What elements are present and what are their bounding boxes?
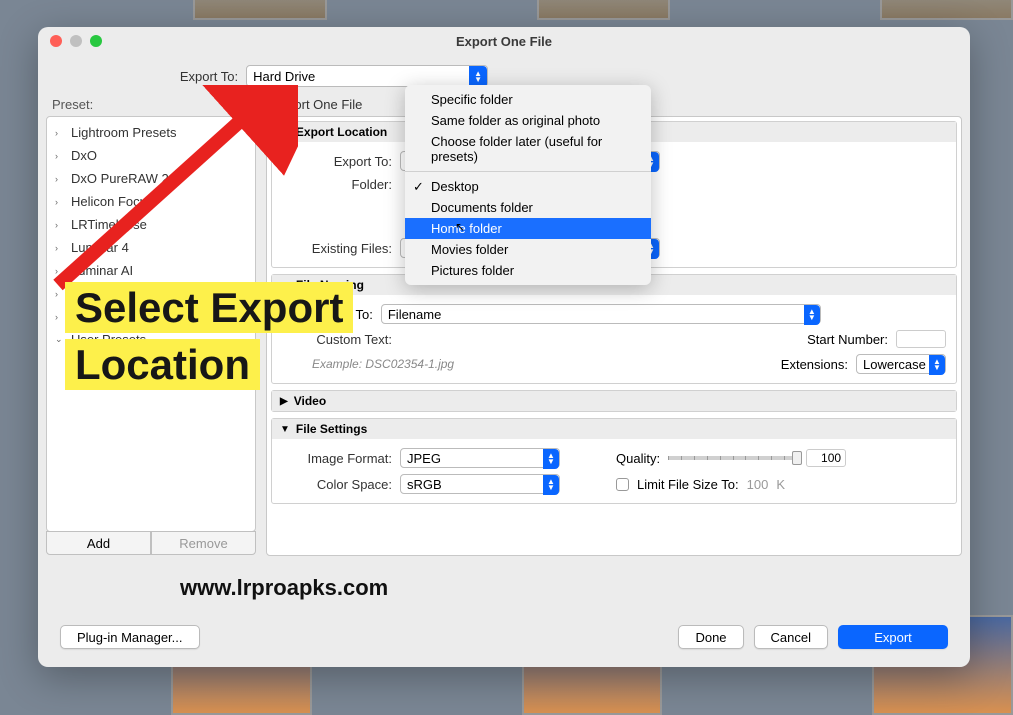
cursor-icon: ↖ xyxy=(455,220,465,234)
export-to-label: Export To: xyxy=(282,154,392,169)
remove-preset-button: Remove xyxy=(151,531,256,555)
cancel-button[interactable]: Cancel xyxy=(754,625,828,649)
section-video: ▶Video xyxy=(271,390,957,412)
image-format-select[interactable]: JPEG▲▼ xyxy=(400,448,560,468)
disclosure-triangle-icon[interactable]: ▼ xyxy=(280,424,290,435)
minimize-button[interactable] xyxy=(70,35,82,47)
done-button[interactable]: Done xyxy=(678,625,743,649)
watermark-url: www.lrproapks.com xyxy=(180,575,388,601)
menu-item[interactable]: Documents folder xyxy=(405,197,651,218)
close-button[interactable] xyxy=(50,35,62,47)
section-file-settings: ▼File Settings Image Format: JPEG▲▼ Qual… xyxy=(271,418,957,504)
chevron-down-icon: ⌄ xyxy=(55,334,65,345)
extensions-select[interactable]: Lowercase▲▼ xyxy=(856,354,946,374)
maximize-button[interactable] xyxy=(90,35,102,47)
limit-size-label: Limit File Size To: xyxy=(637,477,739,492)
titlebar: Export One File xyxy=(38,27,970,57)
window-title: Export One File xyxy=(456,34,552,49)
menu-item[interactable]: Pictures folder xyxy=(405,260,651,281)
menu-item[interactable]: Specific folder xyxy=(405,89,651,110)
annotation-arrow xyxy=(48,85,298,305)
limit-size-value: 100 xyxy=(747,477,769,492)
rename-template-select[interactable]: Filename▲▼ xyxy=(381,304,821,324)
menu-item-highlighted[interactable]: Home folder↖ xyxy=(405,218,651,239)
check-icon: ✓ xyxy=(413,179,424,195)
start-number-label: Start Number: xyxy=(807,332,888,347)
limit-unit: K xyxy=(776,477,785,492)
disclosure-triangle-icon[interactable]: ▶ xyxy=(280,396,288,407)
start-number-input[interactable] xyxy=(896,330,946,348)
menu-item[interactable]: ✓Desktop xyxy=(405,176,651,197)
annotation-text: Select ExportLocation xyxy=(65,280,353,393)
extensions-label: Extensions: xyxy=(781,357,848,372)
plugin-manager-button[interactable]: Plug-in Manager... xyxy=(60,625,200,649)
export-to-select[interactable]: Hard Drive ▲▼ xyxy=(246,65,488,87)
export-location-menu[interactable]: Specific folder Same folder as original … xyxy=(405,85,651,285)
quality-input[interactable] xyxy=(806,449,846,467)
quality-slider[interactable] xyxy=(668,456,798,460)
color-space-label: Color Space: xyxy=(282,477,392,492)
menu-separator xyxy=(405,171,651,172)
color-space-select[interactable]: sRGB▲▼ xyxy=(400,474,560,494)
section-file-naming: ▼File Naming Rename To: Filename▲▼ Custo… xyxy=(271,274,957,384)
export-button[interactable]: Export xyxy=(838,625,948,649)
chevron-right-icon: › xyxy=(55,312,65,322)
image-format-label: Image Format: xyxy=(282,451,392,466)
menu-item[interactable]: Movies folder xyxy=(405,239,651,260)
quality-label: Quality: xyxy=(616,451,660,466)
menu-item[interactable]: Choose folder later (useful for presets) xyxy=(405,131,651,167)
menu-item[interactable]: Same folder as original photo xyxy=(405,110,651,131)
folder-label: Folder: xyxy=(282,177,392,192)
existing-files-label: Existing Files: xyxy=(282,241,392,256)
export-to-label: Export To: xyxy=(180,69,238,84)
limit-size-checkbox[interactable] xyxy=(616,478,629,491)
add-preset-button[interactable]: Add xyxy=(46,531,151,555)
